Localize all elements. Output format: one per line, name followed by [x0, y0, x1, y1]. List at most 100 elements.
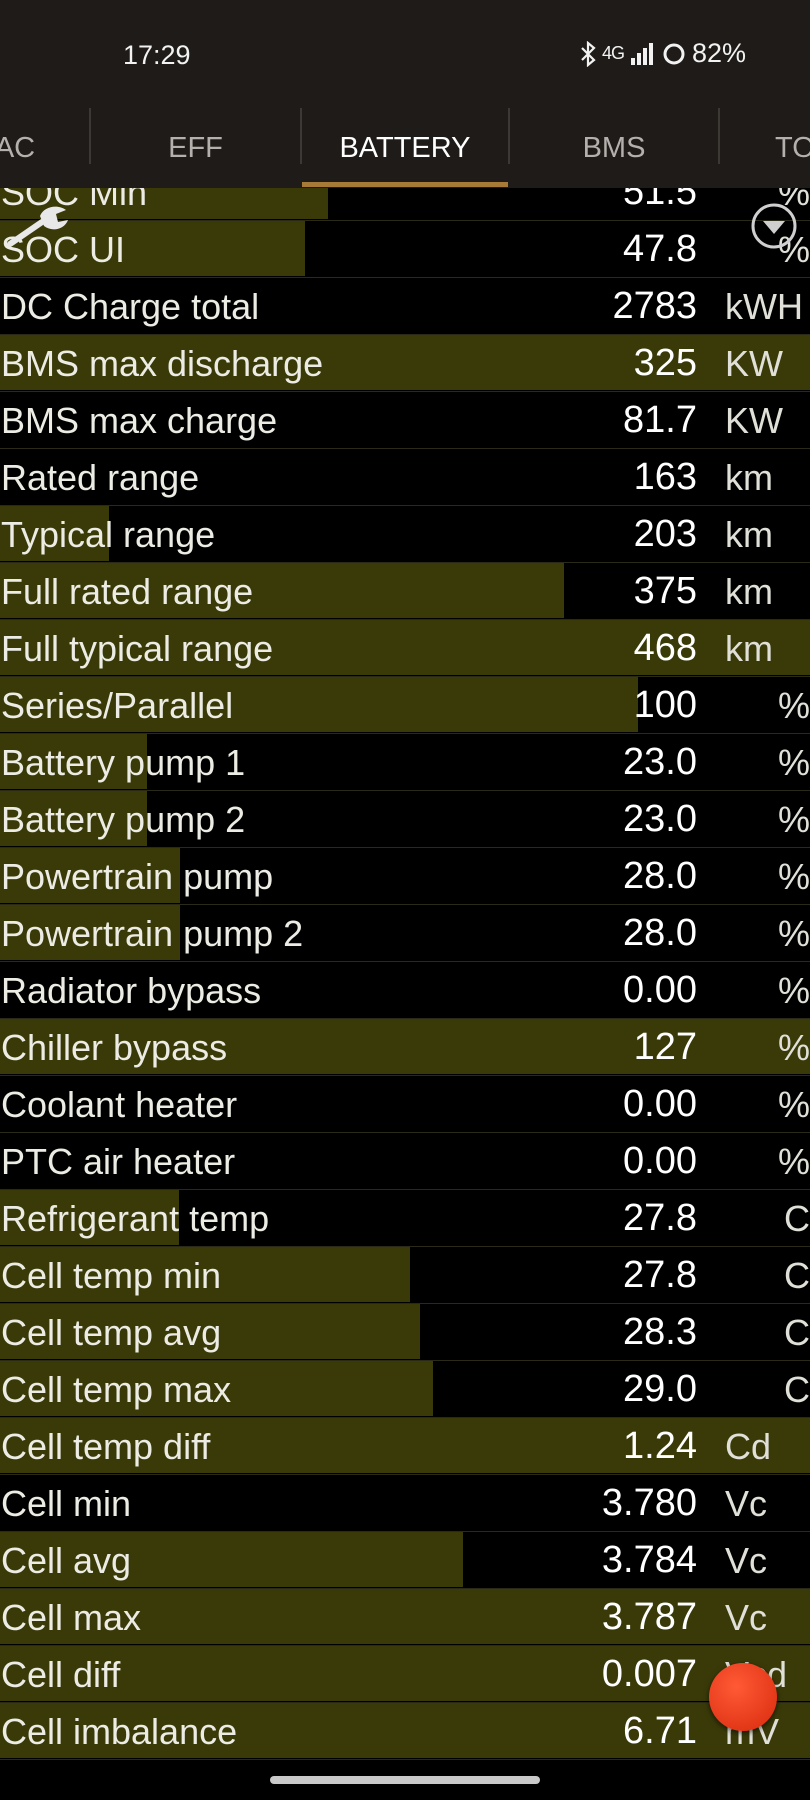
table-row: Cell imbalance 6.71 mV — [0, 1703, 810, 1760]
row-value: 6.71 — [623, 1710, 697, 1752]
table-row: Full typical range 468 km — [0, 620, 810, 677]
row-value: 325 — [633, 342, 697, 384]
table-row: Powertrain pump 28.0% — [0, 848, 810, 905]
row-unit-text: C — [784, 1198, 810, 1239]
row-label: Cell imbalance — [1, 1711, 238, 1752]
row-value: 51.5 — [623, 188, 697, 213]
row-value: 203 — [633, 513, 697, 555]
table-row: Cell temp diff 1.24 Cd — [0, 1418, 810, 1475]
row-label: Cell temp diff — [1, 1426, 211, 1467]
table-row: SOC UI 47.8% — [0, 221, 810, 278]
home-handle[interactable] — [270, 1776, 540, 1784]
battery-ring-icon — [662, 42, 686, 66]
tab-eff[interactable]: EFF — [91, 108, 300, 188]
tab-ac[interactable]: AC — [0, 108, 90, 188]
row-value: 3.787 — [601, 1596, 697, 1638]
row-label: Cell diff — [1, 1654, 121, 1695]
navigation-bar — [0, 1770, 810, 1800]
row-unit-text: KW — [725, 400, 783, 441]
row-unit: % — [717, 734, 810, 791]
table-row: Cell diff0.007Vcd — [0, 1646, 810, 1703]
row-label: Battery pump 1 — [1, 742, 246, 783]
row-label: Typical range — [1, 514, 216, 555]
row-label: Rated range — [1, 457, 200, 498]
signal-icon — [630, 42, 656, 66]
row-unit: km — [717, 563, 810, 620]
row-label: BMS max discharge — [1, 343, 324, 384]
row-unit-text: km — [725, 514, 773, 555]
row-unit: Vc — [717, 1475, 810, 1532]
wrench-icon[interactable] — [6, 200, 70, 250]
row-label: Powertrain pump — [1, 856, 274, 897]
row-unit: % — [717, 1076, 810, 1133]
table-row: Cell min 3.780 Vc — [0, 1475, 810, 1532]
row-unit: % — [717, 962, 810, 1019]
data-table[interactable]: SOC Min 51.5% SOC UI 47.8% DC Charge total 27… — [0, 188, 810, 1770]
row-unit-text: Vc — [725, 1597, 768, 1638]
table-row: Cell max 3.787 Vc — [0, 1589, 810, 1646]
row-label: Cell max — [1, 1597, 142, 1638]
dropdown-icon[interactable] — [750, 202, 798, 250]
row-unit: C — [717, 1361, 810, 1418]
row-unit: % — [717, 905, 810, 962]
row-unit-text: kWH — [725, 286, 803, 327]
table-row: BMS max charge 81.7 KW — [0, 392, 810, 449]
row-value: 81.7 — [623, 399, 697, 441]
data-rows: SOC Min 51.5% SOC UI 47.8% DC Charge total 27… — [0, 188, 810, 1760]
row-label: Cell min — [1, 1483, 132, 1524]
table-row: Coolant heater 0.00% — [0, 1076, 810, 1133]
record-button[interactable] — [709, 1663, 777, 1731]
table-row: Rated range 163 km — [0, 449, 810, 506]
row-value: 127 — [633, 1026, 697, 1068]
active-tab-indicator — [302, 182, 508, 187]
table-row: Refrigerant temp 27.8 C — [0, 1190, 810, 1247]
table-row: Battery pump 2 23.0% — [0, 791, 810, 848]
tab-bar: AC EFF BATTERY BMS TO — [0, 108, 810, 188]
tab-bms[interactable]: BMS — [510, 108, 718, 188]
table-row: Battery pump 1 23.0% — [0, 734, 810, 791]
row-unit: km — [717, 620, 810, 677]
row-unit: Vc — [717, 1532, 810, 1589]
row-label: Coolant heater — [1, 1084, 238, 1125]
top-bar: 17:29 4G 82% AC EFF BATTERY BMS TO — [0, 0, 810, 188]
row-unit-text: % — [777, 913, 810, 954]
tab-battery[interactable]: BATTERY — [302, 108, 508, 188]
row-unit-text: % — [777, 1141, 810, 1182]
row-unit-text: % — [777, 856, 810, 897]
row-unit: % — [717, 848, 810, 905]
row-value: 29.0 — [623, 1368, 697, 1410]
row-unit: % — [717, 677, 810, 734]
row-unit-text: % — [777, 1084, 810, 1125]
row-value: 3.784 — [601, 1539, 697, 1581]
table-row: Full rated range 375 km — [0, 563, 810, 620]
table-row: Series/Parallel 100% — [0, 677, 810, 734]
table-row: Cell avg 3.784 Vc — [0, 1532, 810, 1589]
row-value: 28.0 — [623, 855, 697, 897]
tab-to[interactable]: TO — [720, 108, 810, 188]
row-label: BMS max charge — [1, 400, 278, 441]
table-row: Typical range 203 km — [0, 506, 810, 563]
row-value: 28.3 — [623, 1311, 697, 1353]
row-label: Cell temp avg — [1, 1312, 222, 1353]
row-unit-text: Vc — [725, 1483, 768, 1524]
row-unit: km — [717, 506, 810, 563]
row-value: 2783 — [612, 285, 697, 327]
row-value: 0.00 — [623, 1140, 697, 1182]
row-label: Radiator bypass — [1, 970, 262, 1011]
row-unit-text: % — [777, 685, 810, 726]
row-value: 1.24 — [623, 1425, 697, 1467]
row-unit-text: km — [725, 628, 773, 669]
table-row: PTC air heater 0.00% — [0, 1133, 810, 1190]
row-value: 3.780 — [601, 1482, 697, 1524]
row-unit: Vc — [717, 1589, 810, 1646]
table-row: SOC Min 51.5% — [0, 188, 810, 221]
row-unit: C — [717, 1247, 810, 1304]
row-value: 0.00 — [623, 1083, 697, 1125]
row-unit-text: Vc — [725, 1540, 768, 1581]
row-unit-text: C — [784, 1312, 810, 1353]
table-row: Chiller bypass 127% — [0, 1019, 810, 1076]
row-value: 468 — [633, 627, 697, 669]
row-value: 27.8 — [623, 1197, 697, 1239]
status-bar: 17:29 4G 82% — [0, 0, 810, 108]
status-icons: 4G 82% — [580, 38, 746, 69]
